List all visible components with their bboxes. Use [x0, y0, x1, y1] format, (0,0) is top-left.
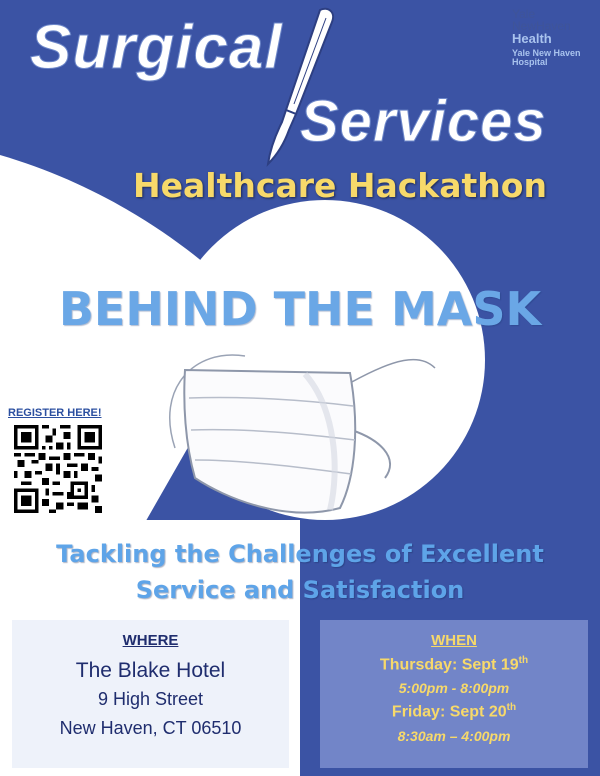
time-2: 8:30am – 4:00pm — [397, 727, 511, 744]
tagline-line-1: Tackling the Challenges of Excellent — [56, 540, 544, 568]
day-1-suffix: th — [518, 655, 529, 666]
venue-street: 9 High Street — [97, 689, 204, 709]
logo-line-hospital-2: Hospital — [512, 57, 548, 68]
subtitle-healthcare-hackathon: Healthcare Hackathon — [133, 166, 547, 205]
day-1: Thursday: Sept 19th — [320, 655, 588, 674]
where-box: WHERE The Blake Hotel 9 High Street New … — [12, 620, 289, 768]
day-2-suffix: th — [506, 702, 517, 714]
yale-new-haven-logo: Yale NewHaven Health Yale New Haven Hosp… — [512, 8, 598, 68]
venue-city: New Haven, CT 06510 — [59, 718, 242, 738]
time-1: 5:00pm - 8:00pm — [398, 680, 510, 697]
scalpel-icon — [266, 7, 334, 167]
tagline: Tackling the Challenges of Excellent Ser… — [0, 536, 600, 608]
when-heading: WHEN — [431, 632, 477, 649]
qr-code[interactable] — [14, 425, 102, 513]
day-1-date: Thursday: Sept 19 — [379, 656, 519, 674]
day-2: Friday: Sept 20th — [320, 702, 588, 721]
surgical-mask-image — [167, 353, 437, 514]
venue-name: The Blake Hotel — [75, 659, 226, 682]
day-2-date: Friday: Sept 20 — [391, 703, 507, 721]
register-link[interactable]: REGISTER HERE! — [8, 407, 102, 419]
tagline-line-2: Service and Satisfaction — [135, 576, 465, 604]
logo-line-health: Health — [512, 31, 552, 46]
when-box: WHEN Thursday: Sept 19th 5:00pm - 8:00pm… — [320, 620, 588, 768]
where-heading: WHERE — [122, 632, 179, 649]
